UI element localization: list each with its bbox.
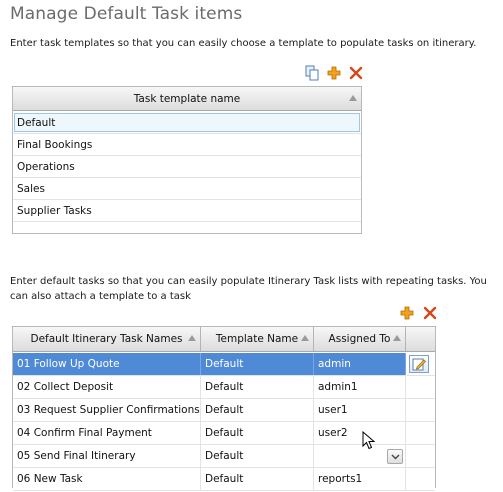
task-template: Default bbox=[201, 353, 314, 375]
mouse-cursor-icon bbox=[362, 430, 376, 451]
task-actions-cell bbox=[406, 353, 435, 375]
task-assigned-to: user1 bbox=[314, 399, 406, 421]
add-icon[interactable] bbox=[399, 305, 415, 321]
copy-icon[interactable] bbox=[304, 65, 320, 81]
add-icon[interactable] bbox=[326, 65, 342, 81]
task-row[interactable]: 06 New Task Default reports1 bbox=[13, 468, 435, 491]
task-actions-cell bbox=[406, 422, 435, 444]
template-row[interactable]: Supplier Tasks bbox=[13, 200, 361, 222]
templates-description: Enter task templates so that you can eas… bbox=[10, 38, 477, 49]
task-assigned-to: reports1 bbox=[314, 468, 406, 490]
templates-grid: Task template name Default Final Booking… bbox=[12, 86, 362, 234]
delete-icon[interactable] bbox=[422, 305, 438, 321]
template-row[interactable]: Operations bbox=[13, 156, 361, 178]
task-row[interactable]: 01 Follow Up Quote Default admin bbox=[13, 353, 435, 376]
template-name: Default bbox=[17, 116, 56, 129]
column-header-template-name[interactable]: Template Name bbox=[201, 327, 314, 351]
chevron-down-icon[interactable] bbox=[387, 449, 403, 464]
task-name: 05 Send Final Itinerary bbox=[13, 445, 201, 467]
tasks-grid: Default Itinerary Task Names Template Na… bbox=[12, 326, 436, 491]
tasks-description: Enter default tasks so that you can easi… bbox=[10, 276, 487, 302]
task-name: 01 Follow Up Quote bbox=[13, 353, 201, 375]
sort-arrow-icon[interactable] bbox=[349, 94, 357, 101]
task-template: Default bbox=[201, 399, 314, 421]
template-name: Sales bbox=[17, 182, 45, 195]
tasks-grid-header: Default Itinerary Task Names Template Na… bbox=[13, 327, 435, 352]
task-row[interactable]: 03 Request Supplier Confirmations Defaul… bbox=[13, 399, 435, 422]
task-assigned-to: user2 bbox=[314, 422, 406, 444]
templates-grid-header: Task template name bbox=[13, 87, 361, 111]
delete-icon[interactable] bbox=[348, 65, 364, 81]
sort-arrow-icon[interactable] bbox=[393, 335, 401, 341]
task-template: Default bbox=[201, 422, 314, 444]
task-actions-cell bbox=[406, 399, 435, 421]
column-header-task-names[interactable]: Default Itinerary Task Names bbox=[13, 327, 201, 351]
task-template: Default bbox=[201, 445, 314, 467]
task-name: 06 New Task bbox=[13, 468, 201, 490]
template-row[interactable]: Final Bookings bbox=[13, 134, 361, 156]
sort-arrow-icon[interactable] bbox=[188, 335, 196, 341]
template-row[interactable]: Default bbox=[13, 112, 361, 134]
column-header-label: Task template name bbox=[133, 92, 241, 105]
sort-arrow-icon[interactable] bbox=[301, 335, 309, 341]
edit-icon[interactable] bbox=[409, 355, 429, 373]
task-actions-cell bbox=[406, 376, 435, 398]
template-row[interactable]: Sales bbox=[13, 178, 361, 200]
column-header-label: Default Itinerary Task Names bbox=[30, 333, 183, 345]
template-name: Final Bookings bbox=[17, 138, 93, 151]
task-name: 03 Request Supplier Confirmations bbox=[13, 399, 201, 421]
task-actions-cell bbox=[406, 468, 435, 490]
task-name: 04 Confirm Final Payment bbox=[13, 422, 201, 444]
task-assigned-to: admin1 bbox=[314, 376, 406, 398]
column-header-actions bbox=[406, 327, 435, 351]
column-header-assigned-to[interactable]: Assigned To bbox=[314, 327, 406, 351]
template-name: Operations bbox=[17, 160, 75, 173]
task-assigned-to: admin bbox=[314, 353, 406, 375]
template-name: Supplier Tasks bbox=[17, 204, 92, 217]
column-header-label: Assigned To bbox=[328, 333, 391, 345]
task-row[interactable]: 02 Collect Deposit Default admin1 bbox=[13, 376, 435, 399]
task-name: 02 Collect Deposit bbox=[13, 376, 201, 398]
column-header-label: Template Name bbox=[215, 333, 299, 345]
task-actions-cell bbox=[406, 445, 435, 467]
task-template: Default bbox=[201, 468, 314, 490]
task-template: Default bbox=[201, 376, 314, 398]
column-header-task-template-name[interactable]: Task template name bbox=[13, 87, 361, 110]
page-title: Manage Default Task items bbox=[10, 4, 243, 24]
